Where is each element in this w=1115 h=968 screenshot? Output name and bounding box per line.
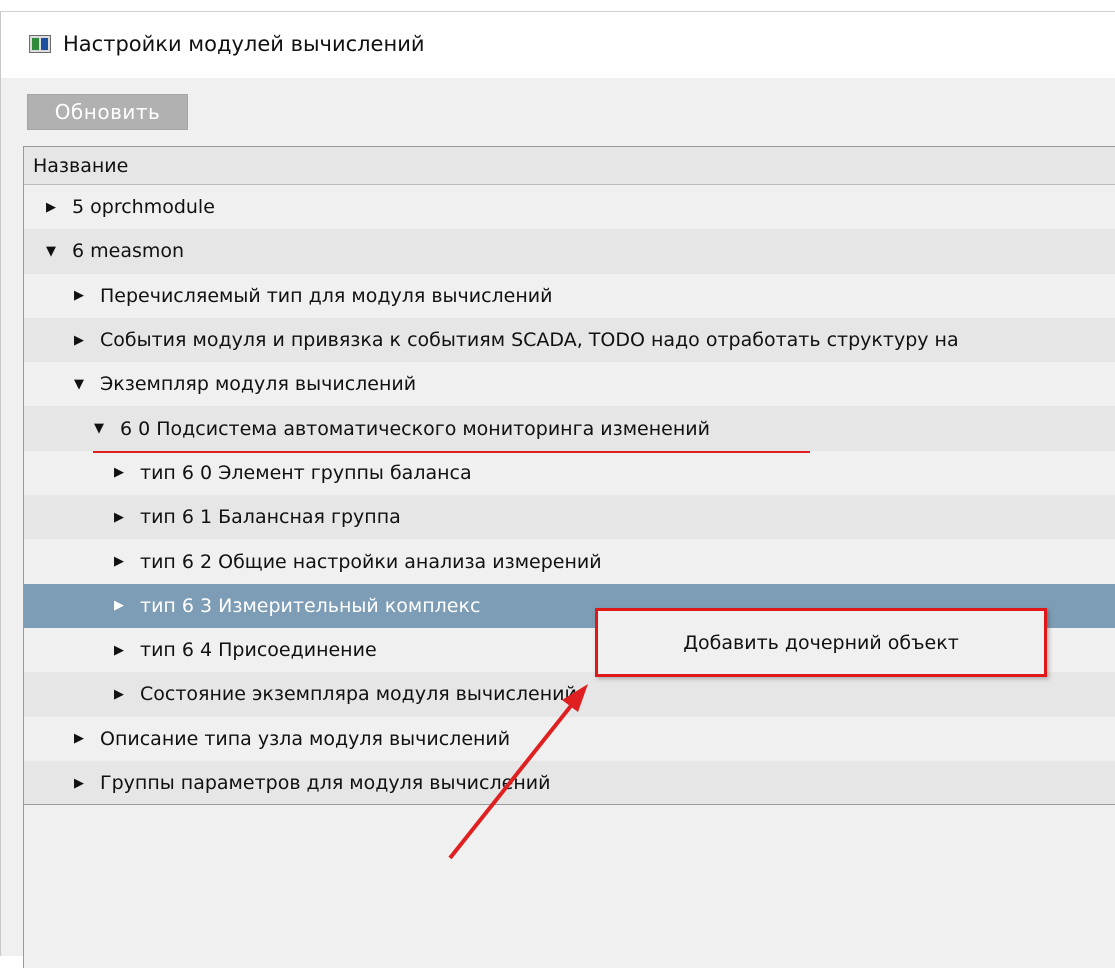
tree-row-label: 6 measmon: [72, 240, 185, 263]
background-window-strip: [0, 0, 1115, 12]
tree-row[interactable]: ▼ Экземпляр модуля вычислений: [24, 362, 1115, 407]
annotation-underline: [93, 451, 810, 453]
triangle-right-icon[interactable]: ▶: [112, 554, 126, 569]
triangle-down-icon[interactable]: ▼: [92, 421, 106, 436]
refresh-button[interactable]: Обновить: [27, 94, 188, 130]
tree-row-label: тип 6 1 Балансная группа: [140, 506, 401, 529]
tree-row-label: тип 6 0 Элемент группы баланса: [140, 461, 472, 484]
settings-window: Настройки модулей вычислений Обновить На…: [0, 12, 1115, 968]
tree-row[interactable]: ▶ 5 oprchmodule: [24, 185, 1115, 230]
tree-row[interactable]: ▶ События модуля и привязка к событиям SC…: [24, 317, 1115, 363]
tree-rows: ▶ 5 oprchmodule ▼ 6 measmon ▶ Перечисляемый т…: [24, 185, 1115, 806]
triangle-down-icon[interactable]: ▼: [72, 377, 86, 392]
triangle-right-icon[interactable]: ▶: [72, 333, 86, 348]
tree-row[interactable]: ▶ Группы параметров для модуля вычислений: [24, 760, 1115, 806]
triangle-right-icon[interactable]: ▶: [72, 776, 86, 791]
triangle-right-icon[interactable]: ▶: [44, 200, 58, 215]
triangle-right-icon[interactable]: ▶: [112, 687, 126, 702]
tree-row-label: 6 0 Подсистема автоматического мониторин…: [120, 417, 710, 440]
triangle-right-icon[interactable]: ▶: [112, 643, 126, 658]
tree-row-label: тип 6 4 Присоединение: [140, 639, 377, 662]
tree-row-label: тип 6 2 Общие настройки анализа измерени…: [140, 550, 602, 573]
tree-row-label: Состояние экземпляра модуля вычислений: [140, 683, 577, 706]
tree-row-label: 5 oprchmodule: [72, 196, 215, 219]
tree-rows-end-divider: [24, 804, 1115, 805]
tree-row-label: Группы параметров для модуля вычислений: [100, 772, 551, 794]
triangle-down-icon[interactable]: ▼: [44, 244, 58, 259]
tree-row[interactable]: ▶ Состояние экземпляра модуля вычислений: [24, 672, 1115, 717]
triangle-right-icon[interactable]: ▶: [112, 598, 126, 613]
column-header-name[interactable]: Название: [24, 147, 1115, 185]
context-menu[interactable]: Добавить дочерний объект: [595, 608, 1047, 677]
context-menu-item-add-child[interactable]: Добавить дочерний объект: [683, 632, 959, 654]
triangle-right-icon[interactable]: ▶: [112, 465, 126, 480]
tree-row-label: Перечисляемый тип для модуля вычислений: [100, 284, 553, 307]
tree-row[interactable]: ▶ тип 6 2 Общие настройки анализа измерен…: [24, 539, 1115, 584]
tree-row-label: События модуля и привязка к событиям SCA…: [100, 329, 959, 352]
triangle-right-icon[interactable]: ▶: [112, 510, 126, 525]
window-title: Настройки модулей вычислений: [63, 32, 425, 56]
tree-row[interactable]: ▶ Описание типа узла модуля вычислений: [24, 716, 1115, 761]
tree-row-label: Экземпляр модуля вычислений: [100, 373, 417, 396]
window-app-icon: [29, 35, 51, 53]
tree-row[interactable]: ▶ тип 6 1 Балансная группа: [24, 495, 1115, 540]
tree-row-label: Описание типа узла модуля вычислений: [100, 727, 511, 750]
toolbar: Обновить: [1, 78, 1115, 146]
title-bar: Настройки модулей вычислений: [1, 12, 1115, 78]
triangle-right-icon[interactable]: ▶: [72, 731, 86, 746]
tree-row[interactable]: ▶ Перечисляемый тип для модуля вычислений: [24, 273, 1115, 318]
triangle-right-icon[interactable]: ▶: [72, 288, 86, 303]
tree-row[interactable]: ▼ 6 measmon: [24, 229, 1115, 274]
tree-row[interactable]: ▶ тип 6 0 Элемент группы баланса: [24, 450, 1115, 496]
tree-row[interactable]: ▼ 6 0 Подсистема автоматического монитори…: [24, 406, 1115, 451]
modules-tree[interactable]: Название ▶ 5 oprchmodule ▼ 6 measmon ▶ Перечи…: [23, 146, 1115, 968]
tree-row-label: тип 6 3 Измерительный комплекс: [140, 594, 481, 617]
